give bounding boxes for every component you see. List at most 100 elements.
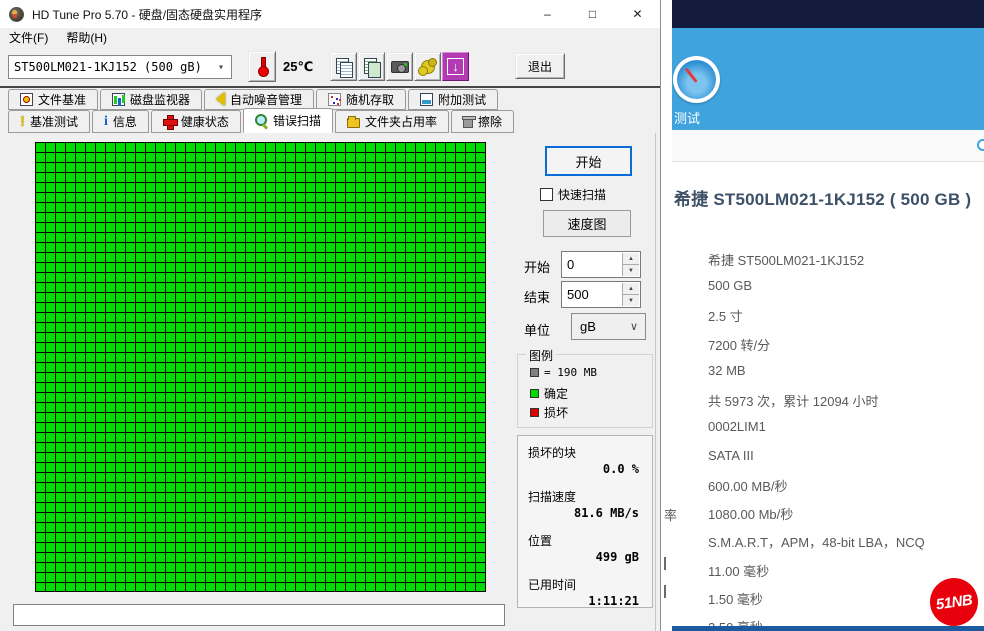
temperature-value: 25℃ bbox=[283, 59, 313, 75]
tab-label: 自动噪音管理 bbox=[230, 91, 302, 108]
start-field-value: 0 bbox=[567, 257, 574, 272]
spec-form-factor: 2.5 寸 bbox=[708, 306, 743, 325]
spec-features: S.M.A.R.T，APM，48-bit LBA，NCQ bbox=[708, 532, 925, 551]
block-swatch bbox=[530, 368, 539, 377]
end-field-input[interactable]: 500 ▲ ▼ bbox=[561, 281, 641, 308]
51nb-logo: 51NB bbox=[927, 575, 981, 629]
tab-label: 擦除 bbox=[478, 113, 502, 130]
legend-bad: 损坏 bbox=[530, 404, 568, 421]
spin-down-icon[interactable]: ▼ bbox=[622, 265, 639, 276]
drive-select[interactable]: ST500LM021-1KJ152 (500 gB) ▾ bbox=[8, 55, 232, 79]
drive-heading: 希捷 ST500LM021-1KJ152 ( 500 GB ) bbox=[674, 185, 971, 210]
drive-select-value: ST500LM021-1KJ152 (500 gB) bbox=[14, 60, 202, 74]
scan-grid bbox=[35, 142, 486, 592]
bad-swatch bbox=[530, 408, 539, 417]
tab-row-2: ! 基准测试 i 信息 健康状态 错误扫描 文件夹占用率 擦除 bbox=[8, 110, 516, 133]
right-window-bottom-border bbox=[672, 626, 984, 631]
tab-file-benchmark[interactable]: 文件基准 bbox=[8, 89, 98, 110]
tab-info[interactable]: i 信息 bbox=[92, 110, 149, 133]
partial-label-fragment bbox=[664, 585, 666, 598]
tab-label: 信息 bbox=[113, 113, 137, 130]
unit-field-label: 单位 bbox=[524, 320, 550, 339]
window-title: HD Tune Pro 5.70 - 硬盘/固态硬盘实用程序 bbox=[32, 6, 262, 23]
tab-label: 错误扫描 bbox=[273, 112, 321, 129]
extra-tests-icon bbox=[420, 93, 433, 106]
spec-interface-speed: 600.00 MB/秒 bbox=[708, 476, 788, 495]
spec-transfer-rate: 1080.00 Mb/秒 bbox=[708, 504, 793, 523]
scan-speed-value: 81.6 MB/s bbox=[574, 506, 639, 520]
position-label: 位置 bbox=[528, 532, 552, 549]
tab-label: 磁盘监视器 bbox=[130, 91, 190, 108]
partial-label-fragment bbox=[664, 557, 666, 570]
position-value: 499 gB bbox=[596, 550, 639, 564]
temperature-button[interactable] bbox=[248, 51, 276, 82]
magnifier-icon bbox=[255, 114, 268, 127]
maximize-button[interactable]: □ bbox=[570, 0, 615, 28]
menu-file[interactable]: 文件(F) bbox=[0, 28, 57, 46]
speedometer-icon bbox=[673, 56, 720, 103]
exit-button[interactable]: 退出 bbox=[515, 53, 565, 79]
chevron-down-icon: ∨ bbox=[630, 320, 638, 333]
tab-label: 文件基准 bbox=[38, 91, 86, 108]
start-field-label: 开始 bbox=[524, 257, 550, 276]
save-button[interactable]: ↓ bbox=[442, 52, 469, 81]
tab-label: 随机存取 bbox=[346, 91, 394, 108]
copy-info-button[interactable] bbox=[330, 52, 357, 81]
disk-monitor-icon bbox=[112, 93, 125, 106]
right-window-subheader bbox=[672, 130, 984, 162]
tab-random-access[interactable]: 随机存取 bbox=[316, 89, 406, 110]
copy-image-button[interactable] bbox=[358, 52, 385, 81]
right-window-titlebar bbox=[672, 0, 984, 28]
download-arrow-icon: ↓ bbox=[447, 58, 464, 75]
spec-power-cycles: 共 5973 次，累计 12094 小时 bbox=[708, 391, 879, 410]
quick-scan-checkbox[interactable] bbox=[540, 188, 553, 201]
speaker-icon bbox=[216, 92, 225, 106]
tab-label: 文件夹占用率 bbox=[365, 113, 437, 130]
spec-rpm: 7200 转/分 bbox=[708, 335, 770, 354]
tab-health[interactable]: 健康状态 bbox=[151, 110, 241, 133]
options-icon bbox=[421, 60, 435, 74]
end-field-spinner: ▲ ▼ bbox=[622, 283, 639, 306]
legend-bad-label: 损坏 bbox=[544, 404, 568, 421]
legend-ok: 确定 bbox=[530, 385, 568, 402]
screenshot-button[interactable] bbox=[386, 52, 413, 81]
spec-firmware: 0002LIM1 bbox=[708, 419, 766, 434]
tab-extra-tests[interactable]: 附加测试 bbox=[408, 89, 498, 110]
spec-interface: SATA III bbox=[708, 448, 754, 463]
tab-auto-acoustic[interactable]: 自动噪音管理 bbox=[204, 89, 314, 110]
unit-select[interactable]: gB ∨ bbox=[571, 313, 646, 340]
spin-down-icon[interactable]: ▼ bbox=[622, 295, 639, 306]
folder-icon bbox=[347, 118, 360, 128]
tab-error-scan[interactable]: 错误扫描 bbox=[243, 108, 333, 133]
end-field-value: 500 bbox=[567, 287, 589, 302]
scan-speed-label: 扫描速度 bbox=[528, 488, 576, 505]
legend-block-size: = 190 MB bbox=[530, 366, 597, 379]
speed-map-button[interactable]: 速度图 bbox=[543, 210, 631, 237]
tab-erase[interactable]: 擦除 bbox=[451, 110, 514, 133]
tab-benchmark[interactable]: ! 基准测试 bbox=[8, 110, 90, 133]
options-button[interactable] bbox=[414, 52, 441, 81]
menu-help[interactable]: 帮助(H) bbox=[57, 28, 116, 46]
spin-up-icon[interactable]: ▲ bbox=[622, 283, 639, 295]
tab-label: 附加测试 bbox=[438, 91, 486, 108]
close-button[interactable]: ✕ bbox=[615, 0, 660, 28]
elapsed-time-value: 1:11:21 bbox=[588, 594, 639, 608]
spin-up-icon[interactable]: ▲ bbox=[622, 253, 639, 265]
trash-icon bbox=[463, 117, 473, 128]
banner-test-label: 测试 bbox=[674, 108, 700, 127]
info-icon: i bbox=[104, 115, 108, 128]
partial-blue-icon bbox=[977, 139, 984, 151]
start-scan-button[interactable]: 开始 bbox=[545, 146, 632, 176]
random-access-icon bbox=[328, 93, 341, 106]
benchmark-icon: ! bbox=[20, 115, 25, 128]
chevron-down-icon: ▾ bbox=[218, 62, 224, 73]
panel-separator bbox=[655, 133, 656, 631]
scan-stats-panel: 损坏的块 0.0 % 扫描速度 81.6 MB/s 位置 499 gB 已用时间… bbox=[517, 435, 653, 608]
minimize-button[interactable]: – bbox=[525, 0, 570, 28]
tab-disk-monitor[interactable]: 磁盘监视器 bbox=[100, 89, 202, 110]
status-progress-box bbox=[13, 604, 505, 626]
legend-title: 图例 bbox=[526, 347, 556, 364]
start-field-input[interactable]: 0 ▲ ▼ bbox=[561, 251, 641, 278]
tab-folder-usage[interactable]: 文件夹占用率 bbox=[335, 110, 449, 133]
tab-label: 健康状态 bbox=[181, 113, 229, 130]
